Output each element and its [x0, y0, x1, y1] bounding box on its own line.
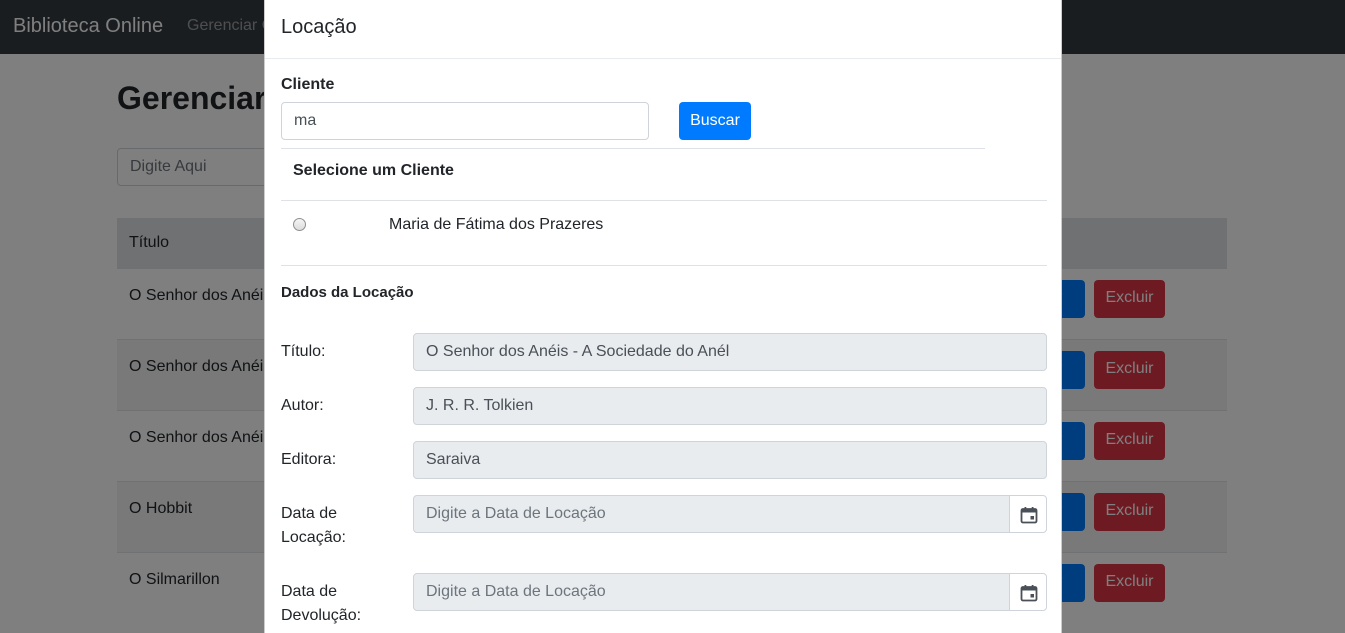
- modal-title: Locação: [281, 16, 357, 38]
- rental-date-label-line2: Locação:: [281, 529, 346, 546]
- title-label: Título:: [281, 343, 326, 360]
- client-name: Maria de Fátima dos Prazeres: [389, 216, 604, 233]
- calendar-icon: [1020, 585, 1038, 602]
- rental-data-heading: Dados da Locação: [281, 284, 414, 301]
- divider: [281, 265, 1047, 266]
- divider: [281, 148, 985, 149]
- publisher-label: Editora:: [281, 451, 337, 468]
- rental-date-input[interactable]: Digite a Data de Locação: [413, 495, 1011, 533]
- search-button[interactable]: Buscar: [679, 102, 751, 140]
- client-radio[interactable]: [293, 218, 306, 231]
- divider: [281, 200, 1047, 201]
- select-client-heading: Selecione um Cliente: [293, 162, 454, 179]
- return-date-label-line1: Data de: [281, 583, 338, 600]
- rental-date-calendar-button[interactable]: [1009, 495, 1047, 533]
- rental-date-label: Data de Locação:: [281, 502, 346, 550]
- rental-date-label-line1: Data de: [281, 505, 338, 522]
- rental-modal: Locação Cliente ma Buscar Selecione um C…: [264, 0, 1062, 633]
- author-field[interactable]: J. R. R. Tolkien: [413, 387, 1047, 425]
- client-label: Cliente: [281, 76, 335, 93]
- return-date-label-line2: Devolução:: [281, 607, 362, 624]
- calendar-icon: [1020, 507, 1038, 524]
- author-label: Autor:: [281, 397, 324, 414]
- client-search-input[interactable]: ma: [281, 102, 649, 140]
- return-date-calendar-button[interactable]: [1009, 573, 1047, 611]
- publisher-field[interactable]: Saraiva: [413, 441, 1047, 479]
- return-date-input[interactable]: Digite a Data de Locação: [413, 573, 1011, 611]
- modal-header: Locação: [265, 0, 1061, 59]
- title-field[interactable]: O Senhor dos Anéis - A Sociedade do Anél: [413, 333, 1047, 371]
- return-date-label: Data de Devolução:: [281, 580, 361, 628]
